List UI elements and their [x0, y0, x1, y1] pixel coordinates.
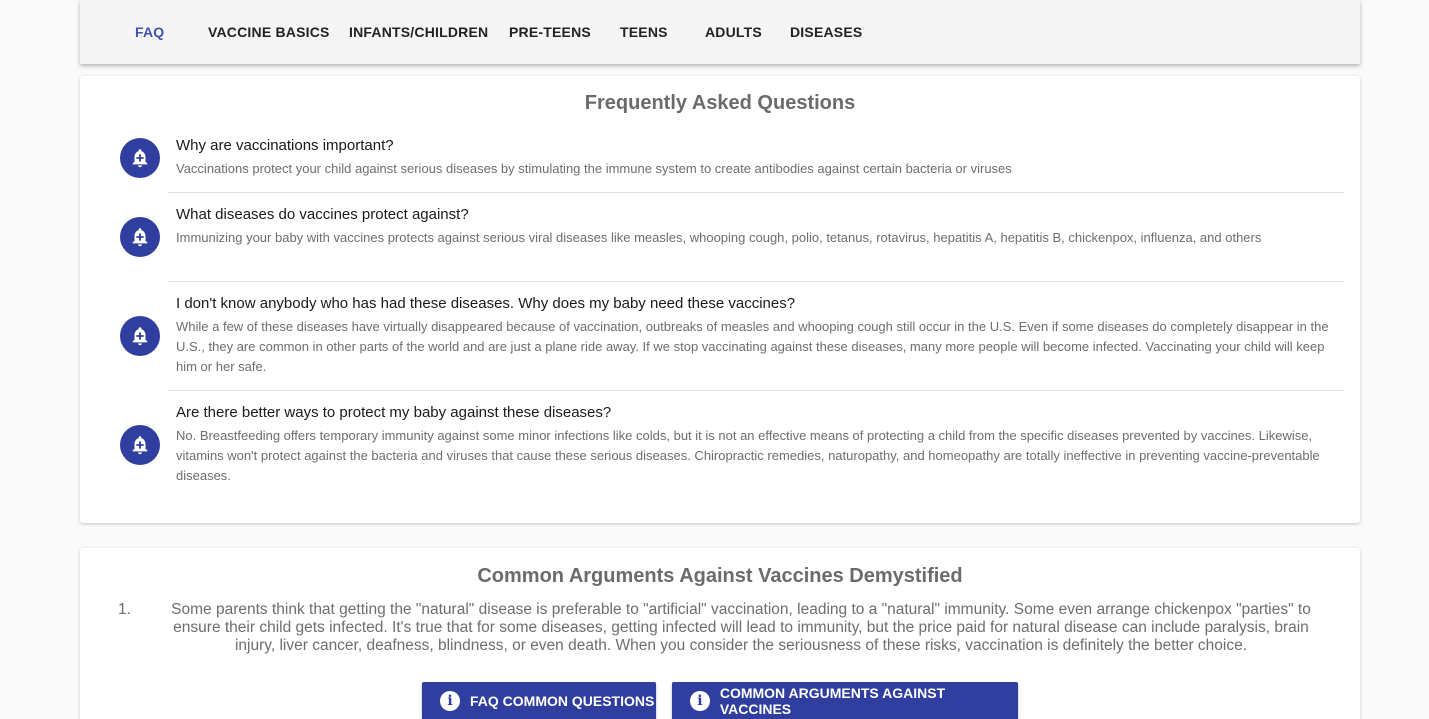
faq-answer: No. Breastfeeding offers temporary immun…: [176, 428, 1320, 483]
tab-infants-children[interactable]: INFANTS/CHILDREN: [349, 0, 488, 64]
faq-answer: While a few of these diseases have virtu…: [176, 319, 1329, 374]
divider: [168, 390, 1344, 391]
faq-answer: Immunizing your baby with vaccines prote…: [176, 230, 1262, 245]
tab-teens[interactable]: TEENS: [620, 0, 668, 64]
bell-plus-icon: [120, 217, 160, 257]
faq-text: I don't know anybody who has had these d…: [176, 294, 1336, 377]
list-item-text: Some parents think that getting the "nat…: [171, 601, 1311, 654]
faq-text: Why are vaccinations important? Vaccinat…: [176, 136, 1336, 179]
tab-diseases[interactable]: DISEASES: [790, 0, 862, 64]
list-item-number: 1.: [118, 601, 131, 618]
button-label: COMMON ARGUMENTS AGAINST VACCINES: [719, 685, 946, 717]
button-label: FAQ COMMON QUESTIONS: [470, 693, 655, 709]
top-navbar: FAQ VACCINE BASICS INFANTS/CHILDREN PRE-…: [80, 0, 1360, 64]
faq-text: What diseases do vaccines protect agains…: [176, 205, 1336, 248]
faq-question: What diseases do vaccines protect agains…: [176, 206, 469, 223]
page: FAQ VACCINE BASICS INFANTS/CHILDREN PRE-…: [0, 0, 1429, 719]
tab-vaccine-basics[interactable]: VACCINE BASICS: [208, 0, 330, 64]
info-icon: i: [690, 691, 710, 711]
tab-faq[interactable]: FAQ: [135, 0, 164, 64]
info-icon: i: [440, 691, 460, 711]
arguments-list: 1. Some parents think that getting the "…: [118, 601, 1330, 655]
common-arguments-button[interactable]: i COMMON ARGUMENTS AGAINST VACCINES: [672, 682, 1018, 719]
faq-question: Why are vaccinations important?: [176, 137, 394, 154]
bell-plus-icon: [120, 425, 160, 465]
faq-common-questions-button[interactable]: i FAQ COMMON QUESTIONS: [422, 682, 656, 719]
tab-pre-teens[interactable]: PRE-TEENS: [509, 0, 591, 64]
faq-text: Are there better ways to protect my baby…: [176, 403, 1336, 486]
arguments-title: Common Arguments Against Vaccines Demyst…: [477, 565, 963, 587]
faq-question: I don't know anybody who has had these d…: [176, 295, 796, 312]
divider: [168, 281, 1344, 282]
faq-answer: Vaccinations protect your child against …: [176, 161, 1012, 176]
bell-plus-icon: [120, 316, 160, 356]
divider: [168, 192, 1344, 193]
faq-title: Frequently Asked Questions: [584, 92, 856, 114]
faq-card: Frequently Asked Questions Why are vacci…: [80, 76, 1360, 523]
faq-question: Are there better ways to protect my baby…: [176, 404, 612, 421]
tab-adults[interactable]: ADULTS: [705, 0, 762, 64]
bell-plus-icon: [120, 138, 160, 178]
list-item: 1. Some parents think that getting the "…: [118, 601, 1330, 655]
